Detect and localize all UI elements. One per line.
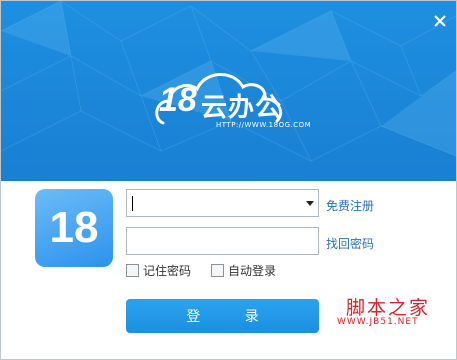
header-banner: 18 云办公 HTTP://WWW.18OG.COM: [1, 1, 456, 181]
auto-login-option[interactable]: 自动登录: [211, 262, 276, 279]
remember-password-label: 记住密码: [143, 264, 192, 278]
brand-url: HTTP://WWW.18OG.COM: [216, 121, 312, 129]
auto-login-checkbox[interactable]: [211, 264, 224, 277]
remember-password-checkbox[interactable]: [126, 264, 139, 277]
logo-number: 18: [159, 81, 197, 119]
recover-password-link[interactable]: 找回密码: [326, 235, 374, 252]
close-icon[interactable]: [432, 13, 448, 29]
watermark-url: WWW.JB51.NET: [337, 317, 419, 327]
chevron-down-icon[interactable]: [306, 201, 314, 206]
brand-name: 云办公: [201, 93, 283, 123]
register-link[interactable]: 免费注册: [326, 197, 374, 214]
login-button[interactable]: 登 录: [126, 299, 319, 333]
password-input[interactable]: [133, 229, 307, 255]
watermark-name: 脚本之家: [346, 297, 431, 319]
remember-password-option[interactable]: 记住密码: [126, 262, 191, 279]
app-icon-text: 18: [49, 203, 99, 252]
text-cursor: [132, 196, 133, 211]
password-field[interactable]: [126, 227, 319, 255]
app-icon: 18: [35, 189, 113, 267]
account-field[interactable]: [126, 189, 319, 217]
account-input[interactable]: [133, 191, 307, 217]
login-window: 18 云办公 HTTP://WWW.18OG.COM 18 免费注册 找回密码 …: [0, 0, 457, 360]
auto-login-label: 自动登录: [228, 264, 277, 278]
